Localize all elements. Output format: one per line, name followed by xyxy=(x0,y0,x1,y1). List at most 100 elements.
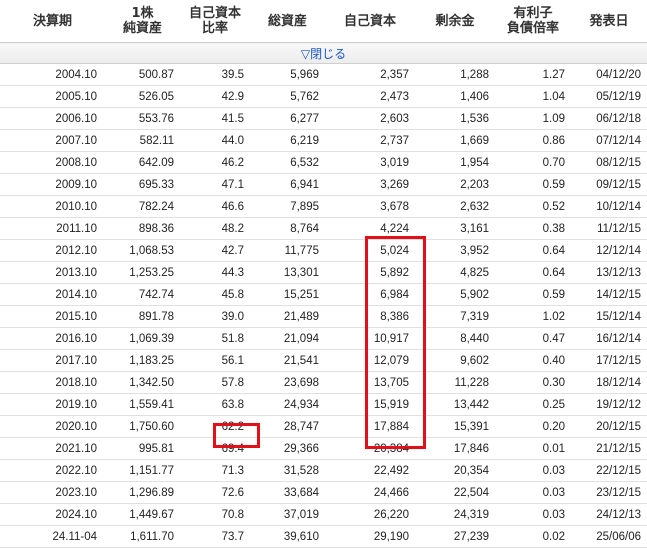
cell-debt-ratio: 0.64 xyxy=(495,261,571,284)
cell-retained-earnings: 1,954 xyxy=(415,151,495,174)
cell-period: 2004.10 xyxy=(0,63,105,86)
cell-announce-date: 13/12/13 xyxy=(571,261,647,284)
cell-equity: 5,892 xyxy=(325,261,415,284)
cell-bps: 526.05 xyxy=(105,85,180,108)
cell-debt-ratio: 0.20 xyxy=(495,415,571,438)
cell-total-assets: 24,934 xyxy=(250,393,325,416)
cell-bps: 1,183.25 xyxy=(105,349,180,372)
cell-announce-date: 05/12/19 xyxy=(571,85,647,108)
table-row: 2005.10 526.05 42.9 5,762 2,473 1,406 1.04 05/1… xyxy=(0,85,647,108)
cell-announce-date: 23/12/15 xyxy=(571,481,647,504)
cell-announce-date: 16/12/14 xyxy=(571,327,647,350)
cell-retained-earnings: 20,354 xyxy=(415,459,495,482)
cell-total-assets: 21,541 xyxy=(250,349,325,372)
cell-equity-ratio: 42.9 xyxy=(180,85,250,108)
cell-debt-ratio: 0.47 xyxy=(495,327,571,350)
cell-equity-ratio: 72.6 xyxy=(180,481,250,504)
cell-bps: 782.24 xyxy=(105,195,180,218)
cell-total-assets: 11,775 xyxy=(250,239,325,262)
cell-announce-date: 12/12/14 xyxy=(571,239,647,262)
cell-period: 2009.10 xyxy=(0,173,105,196)
header-total-assets: 総資産 xyxy=(250,0,325,43)
cell-total-assets: 5,762 xyxy=(250,85,325,108)
cell-equity-ratio: 46.2 xyxy=(180,151,250,174)
table-row: 2004.10 500.87 39.5 5,969 2,357 1,288 1.27 04/1… xyxy=(0,63,647,86)
cell-bps: 742.74 xyxy=(105,283,180,306)
cell-equity-ratio: 44.0 xyxy=(180,129,250,152)
cell-equity: 2,737 xyxy=(325,129,415,152)
cell-equity-ratio: 70.8 xyxy=(180,503,250,526)
cell-announce-date: 07/12/14 xyxy=(571,129,647,152)
cell-equity-ratio: 63.8 xyxy=(180,393,250,416)
cell-announce-date: 04/12/20 xyxy=(571,63,647,86)
header-announce-date: 発表日 xyxy=(571,0,647,43)
cell-period: 2016.10 xyxy=(0,327,105,350)
cell-equity: 2,603 xyxy=(325,107,415,130)
cell-equity: 6,984 xyxy=(325,283,415,306)
cell-total-assets: 23,698 xyxy=(250,371,325,394)
cell-debt-ratio: 0.25 xyxy=(495,393,571,416)
cell-period: 2012.10 xyxy=(0,239,105,262)
cell-equity-ratio: 47.1 xyxy=(180,173,250,196)
cell-equity: 20,384 xyxy=(325,437,415,460)
cell-total-assets: 21,094 xyxy=(250,327,325,350)
header-retained-earnings: 剰余金 xyxy=(415,0,495,43)
cell-equity: 12,079 xyxy=(325,349,415,372)
cell-announce-date: 24/12/13 xyxy=(571,503,647,526)
cell-announce-date: 19/12/12 xyxy=(571,393,647,416)
cell-equity: 29,190 xyxy=(325,525,415,548)
cell-equity: 3,678 xyxy=(325,195,415,218)
cell-period: 2006.10 xyxy=(0,107,105,130)
cell-total-assets: 8,764 xyxy=(250,217,325,240)
table-row: 2007.10 582.11 44.0 6,219 2,737 1,669 0.86 07/1… xyxy=(0,129,647,152)
cell-retained-earnings: 24,319 xyxy=(415,503,495,526)
cell-retained-earnings: 15,391 xyxy=(415,415,495,438)
cell-announce-date: 20/12/15 xyxy=(571,415,647,438)
header-period: 決算期 xyxy=(0,0,105,43)
table-row: 2024.10 1,449.67 70.8 37,019 26,220 24,319 0.0… xyxy=(0,503,647,526)
cell-debt-ratio: 0.30 xyxy=(495,371,571,394)
cell-debt-ratio: 0.40 xyxy=(495,349,571,372)
cell-bps: 695.33 xyxy=(105,173,180,196)
cell-announce-date: 09/12/15 xyxy=(571,173,647,196)
cell-retained-earnings: 7,319 xyxy=(415,305,495,328)
table-row: 2013.10 1,253.25 44.3 13,301 5,892 4,825 0.64 1… xyxy=(0,261,647,284)
cell-retained-earnings: 27,239 xyxy=(415,525,495,548)
cell-total-assets: 39,610 xyxy=(250,525,325,548)
cell-debt-ratio: 0.38 xyxy=(495,217,571,240)
header-equity-ratio: 自己資本 比率 xyxy=(180,0,250,43)
cell-period: 2024.10 xyxy=(0,503,105,526)
cell-bps: 1,296.89 xyxy=(105,481,180,504)
cell-debt-ratio: 0.01 xyxy=(495,437,571,460)
cell-bps: 642.09 xyxy=(105,151,180,174)
cell-period: 2017.10 xyxy=(0,349,105,372)
cell-announce-date: 15/12/14 xyxy=(571,305,647,328)
cell-equity: 2,357 xyxy=(325,63,415,86)
cell-announce-date: 10/12/14 xyxy=(571,195,647,218)
cell-period: 24.11-04 xyxy=(0,525,105,548)
collapse-toggle[interactable]: ▽閉じる xyxy=(0,42,647,64)
cell-period: 2023.10 xyxy=(0,481,105,504)
cell-total-assets: 28,747 xyxy=(250,415,325,438)
cell-retained-earnings: 3,952 xyxy=(415,239,495,262)
header-debt-ratio: 有利子 負債倍率 xyxy=(495,0,571,43)
cell-bps: 582.11 xyxy=(105,129,180,152)
cell-bps: 1,342.50 xyxy=(105,371,180,394)
table-row: 2011.10 898.36 48.2 8,764 4,224 3,161 0.38 11/1… xyxy=(0,217,647,240)
cell-period: 2011.10 xyxy=(0,217,105,240)
cell-period: 2020.10 xyxy=(0,415,105,438)
cell-equity: 13,705 xyxy=(325,371,415,394)
cell-period: 2022.10 xyxy=(0,459,105,482)
cell-total-assets: 6,941 xyxy=(250,173,325,196)
cell-announce-date: 14/12/15 xyxy=(571,283,647,306)
cell-retained-earnings: 1,288 xyxy=(415,63,495,86)
table-row: 2020.10 1,750.60 62.2 28,747 17,884 15,391 0.2… xyxy=(0,415,647,438)
cell-bps: 1,559.41 xyxy=(105,393,180,416)
table-body: 2004.10 500.87 39.5 5,969 2,357 1,288 1.27 04/1… xyxy=(0,63,647,548)
cell-retained-earnings: 5,902 xyxy=(415,283,495,306)
cell-period: 2014.10 xyxy=(0,283,105,306)
table-row: 2015.10 891.78 39.0 21,489 8,386 7,319 1.02 15/… xyxy=(0,305,647,328)
cell-equity: 17,884 xyxy=(325,415,415,438)
cell-equity-ratio: 44.3 xyxy=(180,261,250,284)
header-equity: 自己資本 xyxy=(325,0,415,43)
